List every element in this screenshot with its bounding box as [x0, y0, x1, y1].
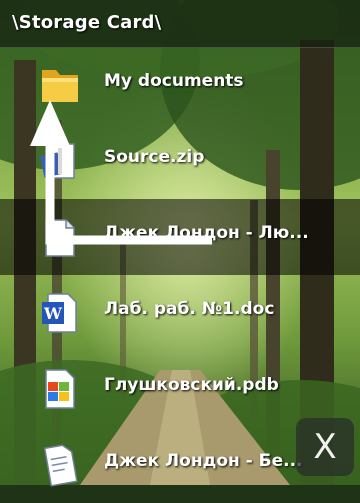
text-document-icon — [38, 212, 82, 260]
file-item-jack-london-1[interactable]: Джек Лондон - Лю... — [0, 199, 360, 275]
file-item-label: Лаб. раб. №1.doc — [104, 299, 275, 319]
file-item-my-documents[interactable]: My documents — [0, 47, 360, 123]
file-item-label: Джек Лондон - Бе... — [104, 451, 303, 471]
word-document-icon: W — [38, 288, 82, 336]
folder-icon — [38, 60, 82, 108]
file-item-glushkovsky-pdb[interactable]: Глушковский.pdb — [0, 351, 360, 427]
title-bar: \Storage Card\ — [0, 0, 360, 48]
text-document-icon — [38, 440, 82, 488]
file-item-label: My documents — [104, 71, 244, 91]
windows-file-icon — [38, 364, 82, 412]
file-item-label: Джек Лондон - Лю... — [104, 223, 309, 243]
path-title: \Storage Card\ — [12, 12, 162, 33]
close-button[interactable]: X — [296, 418, 354, 476]
zip-archive-icon — [38, 136, 82, 184]
file-item-lab-doc[interactable]: W Лаб. раб. №1.doc — [0, 275, 360, 351]
file-item-label: Глушковский.pdb — [104, 375, 279, 395]
svg-text:W: W — [43, 304, 63, 323]
close-label: X — [313, 427, 337, 467]
file-item-source-zip[interactable]: Source.zip — [0, 123, 360, 199]
file-item-label: Source.zip — [104, 147, 205, 167]
